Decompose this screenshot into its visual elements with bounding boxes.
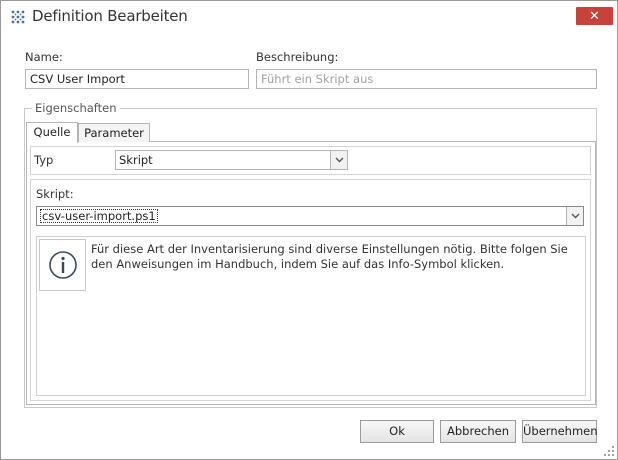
apply-button-label: Übernehmen (523, 424, 598, 438)
close-icon: ✕ (589, 8, 600, 24)
description-input[interactable]: Führt ein Skript aus (256, 69, 597, 89)
cancel-button-label: Abbrechen (447, 424, 509, 438)
tab-quelle[interactable]: Quelle (26, 122, 78, 143)
name-input[interactable]: CSV User Import (25, 69, 249, 89)
tab-quelle-label: Quelle (33, 125, 71, 139)
tab-parameter-label: Parameter (84, 126, 144, 140)
dialog-window: Definition Bearbeiten ✕ Name: CSV User I… (0, 0, 618, 460)
type-select-value: Skript (119, 153, 153, 167)
name-label: Name: (25, 50, 63, 64)
description-label: Beschreibung: (256, 50, 339, 64)
grid-dots-icon (11, 10, 25, 24)
type-select[interactable]: Skript (115, 150, 348, 170)
description-placeholder: Führt ein Skript aus (261, 72, 374, 86)
cancel-button[interactable]: Abbrechen (440, 420, 516, 443)
info-text: Für diese Art der Inventarisierung sind … (91, 242, 568, 271)
info-button[interactable] (39, 239, 86, 291)
title-bar[interactable]: Definition Bearbeiten ✕ (1, 1, 617, 32)
script-select[interactable]: csv-user-import.ps1 (36, 206, 584, 226)
apply-button[interactable]: Übernehmen (522, 420, 598, 443)
chevron-down-icon (566, 207, 583, 225)
properties-group-label: Eigenschaften (32, 101, 120, 115)
info-icon (48, 251, 77, 279)
name-input-value: CSV User Import (30, 72, 125, 86)
close-button[interactable]: ✕ (576, 7, 613, 25)
window-title: Definition Bearbeiten (32, 7, 188, 25)
type-label: Typ (34, 153, 54, 167)
chevron-down-icon (330, 151, 347, 169)
resize-grip-icon[interactable] (603, 445, 615, 457)
tab-parameter[interactable]: Parameter (78, 123, 150, 142)
ok-button[interactable]: Ok (360, 420, 434, 443)
ok-button-label: Ok (389, 424, 405, 438)
script-select-value: csv-user-import.ps1 (40, 209, 158, 223)
script-label: Skript: (36, 187, 74, 201)
